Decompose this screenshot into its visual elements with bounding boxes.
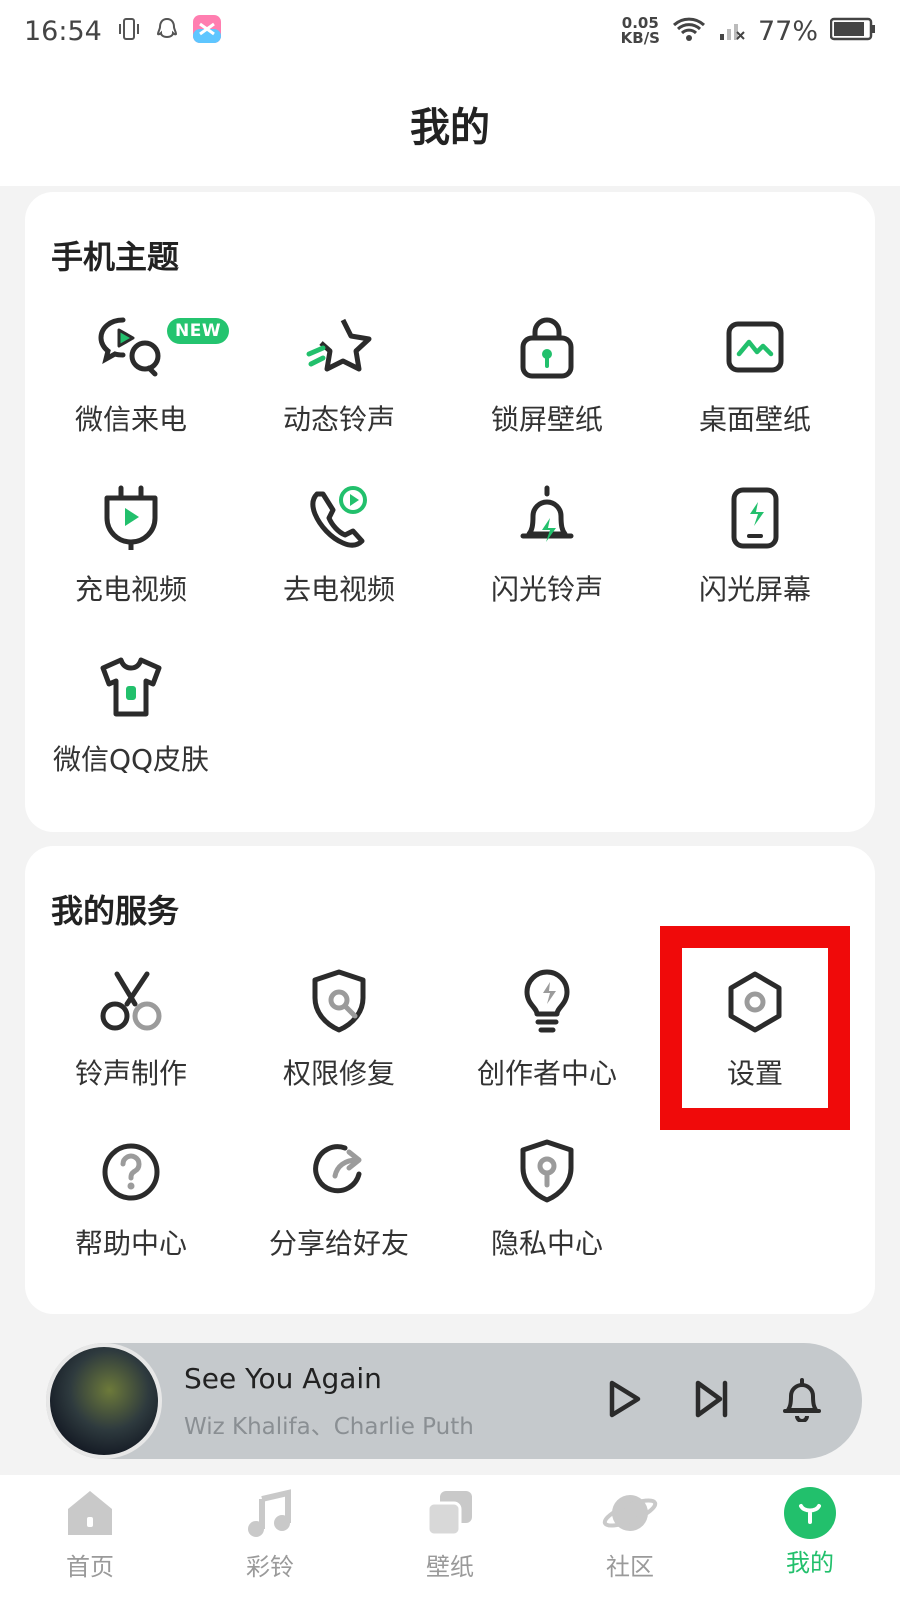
track-title: See You Again bbox=[184, 1361, 382, 1395]
shield-wrench-icon bbox=[301, 964, 377, 1040]
theme-item-outgoing-video[interactable]: 去电视频 bbox=[233, 480, 445, 630]
flash-bell-icon bbox=[509, 480, 585, 556]
tab-ringtone[interactable]: 彩铃 bbox=[180, 1475, 360, 1600]
theme-item-dynamic-ringtone[interactable]: 动态铃声 bbox=[233, 310, 445, 460]
signal-icon bbox=[718, 16, 746, 46]
wallpaper-icon bbox=[422, 1487, 478, 1543]
item-label: 创作者中心 bbox=[476, 1057, 617, 1090]
lightbulb-icon bbox=[509, 964, 585, 1040]
outgoing-call-video-icon bbox=[301, 480, 377, 556]
play-icon[interactable] bbox=[604, 1377, 644, 1425]
app-notification-icon bbox=[192, 14, 222, 48]
settings-highlight-box bbox=[660, 926, 850, 1130]
tab-label: 我的 bbox=[786, 1549, 834, 1577]
service-item-share[interactable]: 分享给好友 bbox=[233, 1134, 445, 1284]
service-item-privacy-center[interactable]: 隐私中心 bbox=[441, 1134, 653, 1284]
service-item-help-center[interactable]: 帮助中心 bbox=[25, 1134, 237, 1284]
tab-label: 首页 bbox=[66, 1553, 114, 1581]
theme-item-charging-video[interactable]: 充电视频 bbox=[25, 480, 237, 630]
home-icon bbox=[62, 1487, 118, 1543]
theme-item-flash-ringtone[interactable]: 闪光铃声 bbox=[441, 480, 653, 630]
help-icon bbox=[93, 1134, 169, 1210]
item-label: 帮助中心 bbox=[74, 1227, 187, 1260]
desktop-wallpaper-icon bbox=[717, 310, 793, 386]
star-ringtone-icon bbox=[301, 310, 377, 386]
tab-label: 彩铃 bbox=[246, 1553, 294, 1581]
bell-icon[interactable] bbox=[780, 1376, 824, 1426]
page-title: 我的 bbox=[410, 105, 490, 151]
item-label: 锁屏壁纸 bbox=[490, 403, 603, 436]
service-item-permission-repair[interactable]: 权限修复 bbox=[233, 964, 445, 1114]
item-label: 微信来电 bbox=[74, 403, 187, 436]
tshirt-skin-icon bbox=[93, 650, 169, 726]
next-track-icon[interactable] bbox=[692, 1377, 732, 1425]
battery-icon bbox=[829, 17, 876, 45]
item-label: 分享给好友 bbox=[268, 1227, 409, 1260]
theme-item-wechat-qq-skin[interactable]: 微信QQ皮肤 bbox=[25, 650, 237, 800]
wechat-call-icon bbox=[93, 310, 169, 386]
tab-label: 社区 bbox=[606, 1553, 654, 1581]
item-label: 去电视频 bbox=[282, 573, 395, 606]
new-badge: NEW bbox=[167, 318, 230, 344]
privacy-shield-icon bbox=[509, 1134, 585, 1210]
mini-player[interactable]: See You Again Wiz Khalifa、Charlie Puth bbox=[46, 1343, 862, 1459]
item-label: 闪光屏幕 bbox=[698, 573, 811, 606]
share-icon bbox=[301, 1134, 377, 1210]
theme-item-desktop-wallpaper[interactable]: 桌面壁纸 bbox=[649, 310, 861, 460]
lock-wallpaper-icon bbox=[509, 310, 585, 386]
theme-item-wechat-call[interactable]: NEW 微信来电 bbox=[25, 310, 237, 460]
tab-home[interactable]: 首页 bbox=[0, 1475, 180, 1600]
scissors-icon bbox=[93, 964, 169, 1040]
tab-mine[interactable]: 我的 bbox=[720, 1475, 900, 1600]
tab-label: 壁纸 bbox=[426, 1553, 474, 1581]
service-item-creator-center[interactable]: 创作者中心 bbox=[441, 964, 653, 1114]
item-label: 隐私中心 bbox=[490, 1227, 603, 1260]
page-header: 我的 bbox=[0, 62, 900, 186]
item-label: 动态铃声 bbox=[282, 403, 395, 436]
qq-icon bbox=[154, 16, 180, 46]
tab-community[interactable]: 社区 bbox=[540, 1475, 720, 1600]
theme-card: 手机主题 NEW 微信来电 动态铃声 锁屏壁纸 桌面壁纸 充电视频 去电视频 闪… bbox=[25, 192, 875, 832]
theme-item-flash-screen[interactable]: 闪光屏幕 bbox=[649, 480, 861, 630]
theme-item-lock-wallpaper[interactable]: 锁屏壁纸 bbox=[441, 310, 653, 460]
profile-icon bbox=[784, 1487, 836, 1539]
item-label: 权限修复 bbox=[282, 1057, 395, 1090]
item-label: 桌面壁纸 bbox=[698, 403, 811, 436]
status-time: 16:54 bbox=[24, 15, 102, 47]
speed-unit: KB/S bbox=[620, 29, 660, 47]
charging-video-icon bbox=[93, 480, 169, 556]
network-speed: 0.05 KB/S bbox=[621, 16, 660, 46]
service-item-ringtone-maker[interactable]: 铃声制作 bbox=[25, 964, 237, 1114]
flash-screen-icon bbox=[717, 480, 793, 556]
item-label: 铃声制作 bbox=[74, 1057, 187, 1090]
item-label: 微信QQ皮肤 bbox=[52, 743, 210, 776]
item-label: 充电视频 bbox=[74, 573, 187, 606]
wifi-icon bbox=[672, 16, 706, 46]
battery-percent: 77% bbox=[757, 15, 818, 47]
planet-icon bbox=[602, 1487, 658, 1543]
theme-section-title: 手机主题 bbox=[51, 238, 180, 276]
bottom-tab-bar: 首页 彩铃 壁纸 社区 我的 bbox=[0, 1475, 900, 1600]
status-bar: 16:54 0.05 KB/S 77% bbox=[0, 0, 900, 62]
tab-wallpaper[interactable]: 壁纸 bbox=[360, 1475, 540, 1600]
music-note-icon bbox=[242, 1487, 298, 1543]
services-section-title: 我的服务 bbox=[51, 892, 180, 930]
item-label: 闪光铃声 bbox=[490, 573, 603, 606]
album-art[interactable] bbox=[46, 1343, 162, 1459]
vibrate-icon bbox=[116, 16, 142, 46]
track-artist: Wiz Khalifa、Charlie Puth bbox=[184, 1413, 474, 1440]
